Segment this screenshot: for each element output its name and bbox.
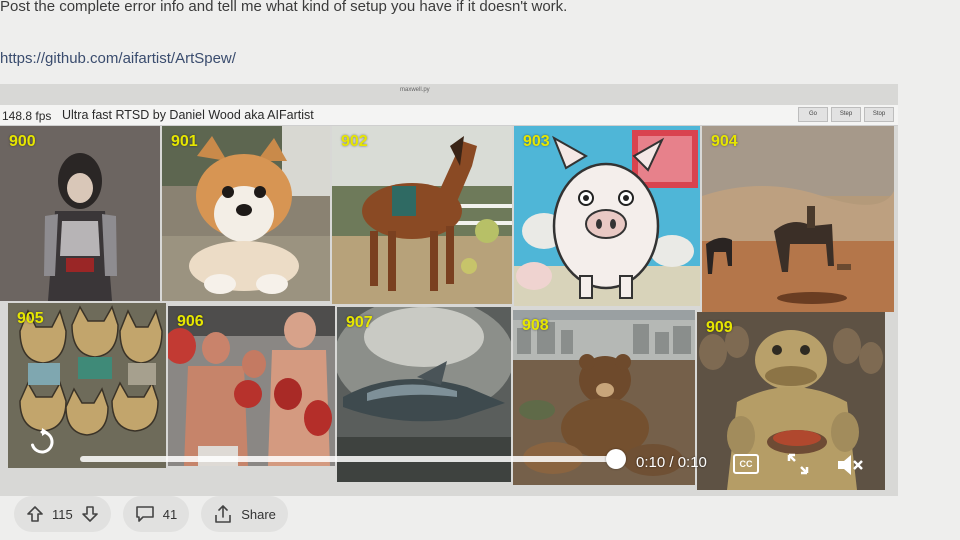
window-controls: Go Step Stop: [798, 107, 894, 122]
step-button[interactable]: Step: [831, 107, 861, 122]
share-button[interactable]: Share: [201, 496, 288, 532]
cell-number: 906: [177, 313, 204, 330]
horse-image: [332, 126, 512, 304]
cell-number: 904: [711, 133, 738, 150]
cell-number: 901: [171, 133, 198, 150]
seek-thumb[interactable]: [606, 449, 626, 469]
desert-camels-image: [702, 126, 894, 312]
cell-number: 907: [346, 314, 373, 331]
time-display: 0:10 / 0:10: [636, 454, 707, 471]
cell-number: 905: [17, 310, 44, 327]
github-link[interactable]: https://github.com/aifartist/ArtSpew/: [0, 50, 236, 67]
image-grid: 900 901 902 903 904 905 906 907 908 909: [0, 126, 898, 490]
puppy-image: [162, 126, 330, 301]
fullscreen-icon: [787, 453, 809, 475]
cell-number: 909: [706, 319, 733, 336]
mute-button[interactable]: [836, 452, 864, 478]
app-titlebar: 148.8 fps Ultra fast RTSD by Daniel Wood…: [0, 105, 898, 126]
fullscreen-button[interactable]: [786, 452, 810, 476]
window-title: maxwell.py: [400, 87, 430, 93]
upvote-arrow-icon[interactable]: [26, 505, 44, 523]
stop-button[interactable]: Stop: [864, 107, 894, 122]
go-button[interactable]: Go: [798, 107, 828, 122]
cell-number: 902: [341, 133, 368, 150]
grid-cell-903: 903: [514, 126, 700, 306]
grid-cell-900: 900: [0, 126, 160, 301]
post-text: Post the complete error info and tell me…: [0, 0, 568, 15]
post-actions: 115 41 Share: [14, 496, 288, 536]
cell-number: 903: [523, 133, 550, 150]
grid-cell-904: 904: [702, 126, 894, 312]
grid-cell-901: 901: [162, 126, 330, 301]
app-subtitle: Ultra fast RTSD by Daniel Wood aka AIFar…: [62, 108, 314, 122]
cell-number: 908: [522, 317, 549, 334]
downvote-arrow-icon[interactable]: [81, 505, 99, 523]
captions-button[interactable]: CC: [733, 454, 759, 474]
comment-bubble-icon: [135, 506, 154, 522]
armored-heroine-image: [0, 126, 160, 301]
vote-pill: 115: [14, 496, 111, 532]
share-icon: [215, 505, 232, 523]
grid-cell-902: 902: [332, 126, 512, 304]
comment-count: 41: [162, 506, 178, 522]
cartoon-pig-image: [514, 126, 700, 306]
comments-button[interactable]: 41: [122, 496, 190, 532]
cell-number: 900: [9, 133, 36, 150]
vote-count: 115: [52, 506, 73, 522]
replay-button[interactable]: [28, 428, 56, 456]
muted-speaker-icon: [838, 455, 863, 475]
replay-icon: [31, 428, 54, 454]
share-label: Share: [241, 506, 276, 522]
fps-counter: 148.8 fps: [2, 109, 52, 123]
grid-cell-906: 906: [168, 306, 335, 466]
seek-bar[interactable]: [80, 456, 620, 462]
